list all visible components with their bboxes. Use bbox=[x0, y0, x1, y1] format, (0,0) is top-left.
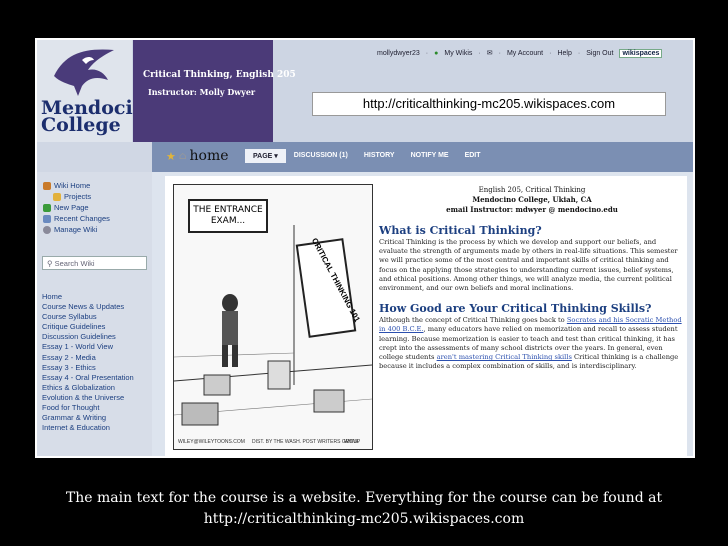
cartoon-credit: WWW. bbox=[344, 439, 360, 445]
article: English 205, Critical Thinking Mendocino… bbox=[379, 176, 685, 371]
home-label: home bbox=[189, 148, 229, 164]
new-page-icon bbox=[43, 203, 51, 212]
sidebar-item-wiki-home[interactable]: Wiki Home bbox=[43, 180, 110, 191]
cartoon-drawing bbox=[174, 225, 372, 426]
tab-discussion[interactable]: DISCUSSION (1) bbox=[286, 149, 356, 163]
sidebar-item-manage-wiki[interactable]: Manage Wiki bbox=[43, 224, 110, 235]
course-banner: Critical Thinking, English 205 Instructo… bbox=[133, 40, 296, 142]
slide-caption: The main text for the course is a websit… bbox=[65, 490, 663, 527]
sidebar-link-essay-2[interactable]: Essay 2 - Media bbox=[42, 353, 134, 363]
page-content: THE ENTRANCE EXAM... CRITICAL THINKING 1… bbox=[165, 176, 687, 456]
sidebar-link-grammar-writing[interactable]: Grammar & Writing bbox=[42, 413, 134, 423]
college-logo[interactable]: Mendocino College bbox=[37, 40, 159, 142]
search-input[interactable]: ⚲ Search Wiki bbox=[42, 256, 147, 270]
wikispaces-logo[interactable]: wikispaces bbox=[619, 48, 663, 58]
home-button[interactable]: ★ ⌂ home bbox=[166, 148, 229, 164]
course-header: English 205, Critical Thinking Mendocino… bbox=[446, 186, 618, 214]
nav-my-wikis[interactable]: My Wikis bbox=[444, 50, 472, 57]
gear-icon bbox=[43, 225, 51, 234]
tab-notify-me[interactable]: NOTIFY ME bbox=[403, 149, 457, 163]
tab-edit[interactable]: EDIT bbox=[457, 149, 489, 163]
sidebar-link-course-news[interactable]: Course News & Updates bbox=[42, 302, 134, 312]
wiki-nav: Wiki Home Projects New Page Recent Chang… bbox=[43, 180, 110, 235]
url-overlay: http://criticalthinking-mc205.wikispaces… bbox=[312, 92, 666, 116]
sidebar-link-food-for-thought[interactable]: Food for Thought bbox=[42, 403, 134, 413]
tab-page[interactable]: PAGE ▾ bbox=[245, 149, 286, 163]
sidebar-item-new-page[interactable]: New Page bbox=[43, 202, 110, 213]
sidebar-link-internet-education[interactable]: Internet & Education bbox=[42, 423, 134, 433]
page-tabs: PAGE ▾ DISCUSSION (1) HISTORY NOTIFY ME … bbox=[245, 149, 489, 163]
nav-help[interactable]: Help bbox=[557, 50, 571, 57]
sidebar-item-projects[interactable]: Projects bbox=[43, 191, 110, 202]
sidebar-link-essay-3[interactable]: Essay 3 - Ethics bbox=[42, 363, 134, 373]
cartoon-image: THE ENTRANCE EXAM... CRITICAL THINKING 1… bbox=[173, 184, 373, 450]
username[interactable]: mollydwyer23 bbox=[377, 50, 420, 57]
recent-changes-icon bbox=[43, 214, 51, 223]
cartoon-credit: WILEY@WILEYTOONS.COM bbox=[178, 439, 245, 445]
course-instructor: Instructor: Molly Dwyer bbox=[148, 87, 256, 97]
sidebar-link-course-syllabus[interactable]: Course Syllabus bbox=[42, 312, 134, 322]
nav-my-account[interactable]: My Account bbox=[507, 50, 543, 57]
course-links: Home Course News & Updates Course Syllab… bbox=[42, 292, 134, 433]
sidebar-link-critique-guidelines[interactable]: Critique Guidelines bbox=[42, 322, 134, 332]
sidebar-link-discussion-guidelines[interactable]: Discussion Guidelines bbox=[42, 332, 134, 342]
section-title: What is Critical Thinking? bbox=[379, 224, 542, 237]
screenshot-frame: Mendocino College Critical Thinking, Eng… bbox=[35, 38, 695, 458]
top-nav: mollydwyer23 · ● My Wikis · ✉ · My Accou… bbox=[377, 46, 663, 60]
eagle-icon bbox=[54, 49, 114, 96]
star-icon[interactable]: ★ bbox=[166, 150, 176, 163]
sidebar-link-essay-1[interactable]: Essay 1 - World View bbox=[42, 342, 134, 352]
sidebar: Wiki Home Projects New Page Recent Chang… bbox=[37, 172, 152, 456]
home-icon bbox=[43, 181, 51, 190]
wikis-icon: ● bbox=[434, 49, 439, 57]
sidebar-link-ethics-globalization[interactable]: Ethics & Globalization bbox=[42, 383, 134, 393]
page-nav-bar: ★ ⌂ home PAGE ▾ DISCUSSION (1) HISTORY N… bbox=[37, 142, 693, 172]
section-title: How Good are Your Critical Thinking Skil… bbox=[379, 302, 652, 316]
critical-thinking-skills-link[interactable]: aren't mastering Critical Thinking skill… bbox=[437, 353, 572, 361]
folder-icon bbox=[53, 192, 61, 201]
search-icon: ⚲ bbox=[47, 259, 53, 268]
mail-icon: ✉ bbox=[486, 50, 493, 57]
house-icon: ⌂ bbox=[178, 150, 187, 162]
chevron-down-icon: ▾ bbox=[274, 153, 278, 160]
section-body: Although the concept of Critical Thinkin… bbox=[379, 316, 682, 371]
course-title: Critical Thinking, English 205 bbox=[143, 70, 296, 80]
tab-history[interactable]: HISTORY bbox=[356, 149, 403, 163]
sidebar-link-home[interactable]: Home bbox=[42, 292, 134, 302]
section-body: Critical Thinking is the process by whic… bbox=[379, 238, 678, 293]
sidebar-item-recent-changes[interactable]: Recent Changes bbox=[43, 213, 110, 224]
site-header: Mendocino College Critical Thinking, Eng… bbox=[37, 40, 693, 142]
sidebar-link-evolution-universe[interactable]: Evolution & the Universe bbox=[42, 393, 134, 403]
sidebar-link-essay-4[interactable]: Essay 4 - Oral Presentation bbox=[42, 373, 134, 383]
nav-sign-out[interactable]: Sign Out bbox=[586, 50, 613, 57]
